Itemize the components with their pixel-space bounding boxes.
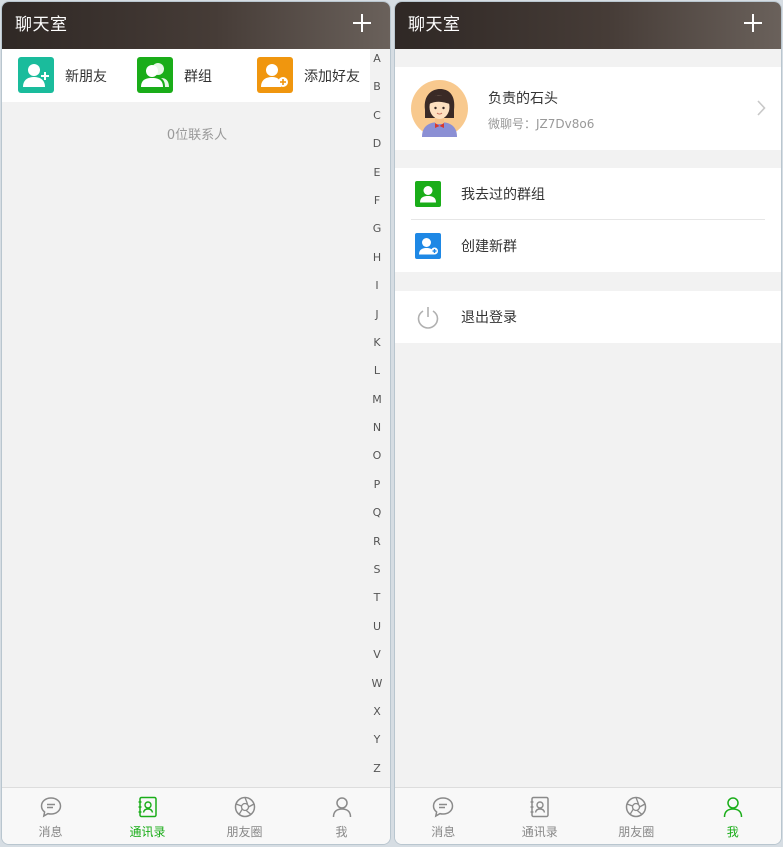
alphabet-letter[interactable]: R [370, 534, 384, 562]
tab-moments[interactable]: 朋友圈 [196, 788, 293, 844]
group-icon [137, 57, 173, 93]
alphabet-letter[interactable]: V [370, 647, 384, 675]
add-friend-icon [257, 57, 293, 93]
group-menu: 我去过的群组 创建新群 [395, 168, 781, 272]
contacts-quickbar: 新朋友 群组 添加好友 [2, 49, 370, 102]
alphabet-letter[interactable]: U [370, 619, 384, 647]
chat-bubble-icon [431, 795, 455, 819]
plus-icon[interactable] [352, 13, 372, 33]
alphabet-index[interactable]: ABCDEFGHIJKLMNOPQRSTUVWXYZ [370, 51, 384, 789]
tab-me[interactable]: 我 [293, 788, 390, 844]
add-friend-button[interactable]: 添加好友 [257, 57, 367, 93]
profile-card[interactable]: 负责的石头 微聊号：JZ7Dv8o6 [395, 67, 781, 150]
tab-moments[interactable]: 朋友圈 [588, 788, 685, 844]
alphabet-letter[interactable]: D [370, 136, 384, 164]
tab-label: 朋友圈 [618, 825, 655, 839]
alphabet-letter[interactable]: L [370, 363, 384, 391]
add-friend-label: 添加好友 [304, 69, 360, 85]
alphabet-letter[interactable]: I [370, 278, 384, 306]
alphabet-letter[interactable]: C [370, 108, 384, 136]
tab-label: 消息 [38, 825, 63, 839]
alphabet-letter[interactable]: T [370, 590, 384, 618]
app-title: 聊天室 [15, 15, 68, 35]
alphabet-letter[interactable]: G [370, 221, 384, 249]
aperture-icon [624, 795, 648, 819]
chevron-right-icon [755, 99, 767, 117]
person-icon [721, 795, 745, 819]
alphabet-letter[interactable]: X [370, 704, 384, 732]
visited-groups-item[interactable]: 我去过的群组 [395, 168, 781, 220]
tab-label: 通讯录 [129, 825, 166, 839]
create-group-item[interactable]: 创建新群 [395, 220, 781, 272]
app-title: 聊天室 [408, 15, 461, 35]
tab-label: 消息 [431, 825, 456, 839]
alphabet-letter[interactable]: Z [370, 761, 384, 789]
alphabet-letter[interactable]: Q [370, 505, 384, 533]
tab-label: 我 [726, 825, 739, 839]
alphabet-letter[interactable]: J [370, 307, 384, 335]
alphabet-letter[interactable]: B [370, 79, 384, 107]
aperture-icon [233, 795, 257, 819]
contacts-book-icon [136, 795, 160, 819]
alphabet-letter[interactable]: W [370, 676, 384, 704]
alphabet-letter[interactable]: H [370, 250, 384, 278]
app-header: 聊天室 [395, 2, 781, 49]
profile-name: 负责的石头 [488, 91, 558, 107]
logout-item[interactable]: 退出登录 [395, 291, 781, 343]
alphabet-letter[interactable]: E [370, 165, 384, 193]
groups-button[interactable]: 群组 [137, 57, 227, 93]
tab-label: 朋友圈 [226, 825, 263, 839]
new-friends-label: 新朋友 [65, 69, 107, 85]
alphabet-letter[interactable]: M [370, 392, 384, 420]
visited-groups-label: 我去过的群组 [461, 187, 545, 203]
profile-wechat-id: 微聊号：JZ7Dv8o6 [488, 117, 595, 131]
alphabet-letter[interactable]: K [370, 335, 384, 363]
alphabet-letter[interactable]: N [370, 420, 384, 448]
alphabet-letter[interactable]: P [370, 477, 384, 505]
bottom-tabbar: 消息 通讯录 朋友圈 我 [2, 787, 390, 844]
logout-section: 退出登录 [395, 291, 781, 343]
contacts-panel: 聊天室 新朋友 群组 添加好友 0位联系人 A B C D E F G H I … [1, 1, 391, 845]
alphabet-letter[interactable]: F [370, 193, 384, 221]
alphabet-letter[interactable]: S [370, 562, 384, 590]
alphabet-letter[interactable]: Y [370, 732, 384, 760]
tab-label: 我 [335, 825, 348, 839]
tab-contacts[interactable]: 通讯录 [492, 788, 589, 844]
tab-label: 通讯录 [521, 825, 558, 839]
tab-contacts[interactable]: 通讯录 [99, 788, 196, 844]
contacts-book-icon [528, 795, 552, 819]
power-icon [415, 304, 441, 330]
tab-messages[interactable]: 消息 [395, 788, 492, 844]
tab-me[interactable]: 我 [685, 788, 782, 844]
tab-messages[interactable]: 消息 [2, 788, 99, 844]
create-group-icon [415, 233, 441, 259]
new-friend-icon [18, 57, 54, 93]
logout-label: 退出登录 [461, 310, 517, 326]
create-group-label: 创建新群 [461, 239, 517, 255]
bottom-tabbar: 消息 通讯录 朋友圈 我 [395, 787, 781, 844]
avatar [411, 80, 468, 137]
contacts-count: 0位联系人 [166, 128, 228, 143]
chat-bubble-icon [39, 795, 63, 819]
group-history-icon [415, 181, 441, 207]
new-friends-button[interactable]: 新朋友 [18, 57, 118, 93]
person-icon [330, 795, 354, 819]
plus-icon[interactable] [743, 13, 763, 33]
app-header: 聊天室 [2, 2, 390, 49]
alphabet-letter[interactable]: A [370, 51, 384, 79]
alphabet-letter[interactable]: O [370, 448, 384, 476]
groups-label: 群组 [184, 69, 212, 85]
me-panel: 聊天室 负责的石头 微聊号：JZ7Dv8o6 我去过的群组 创建新群 退出登录 … [394, 1, 782, 845]
